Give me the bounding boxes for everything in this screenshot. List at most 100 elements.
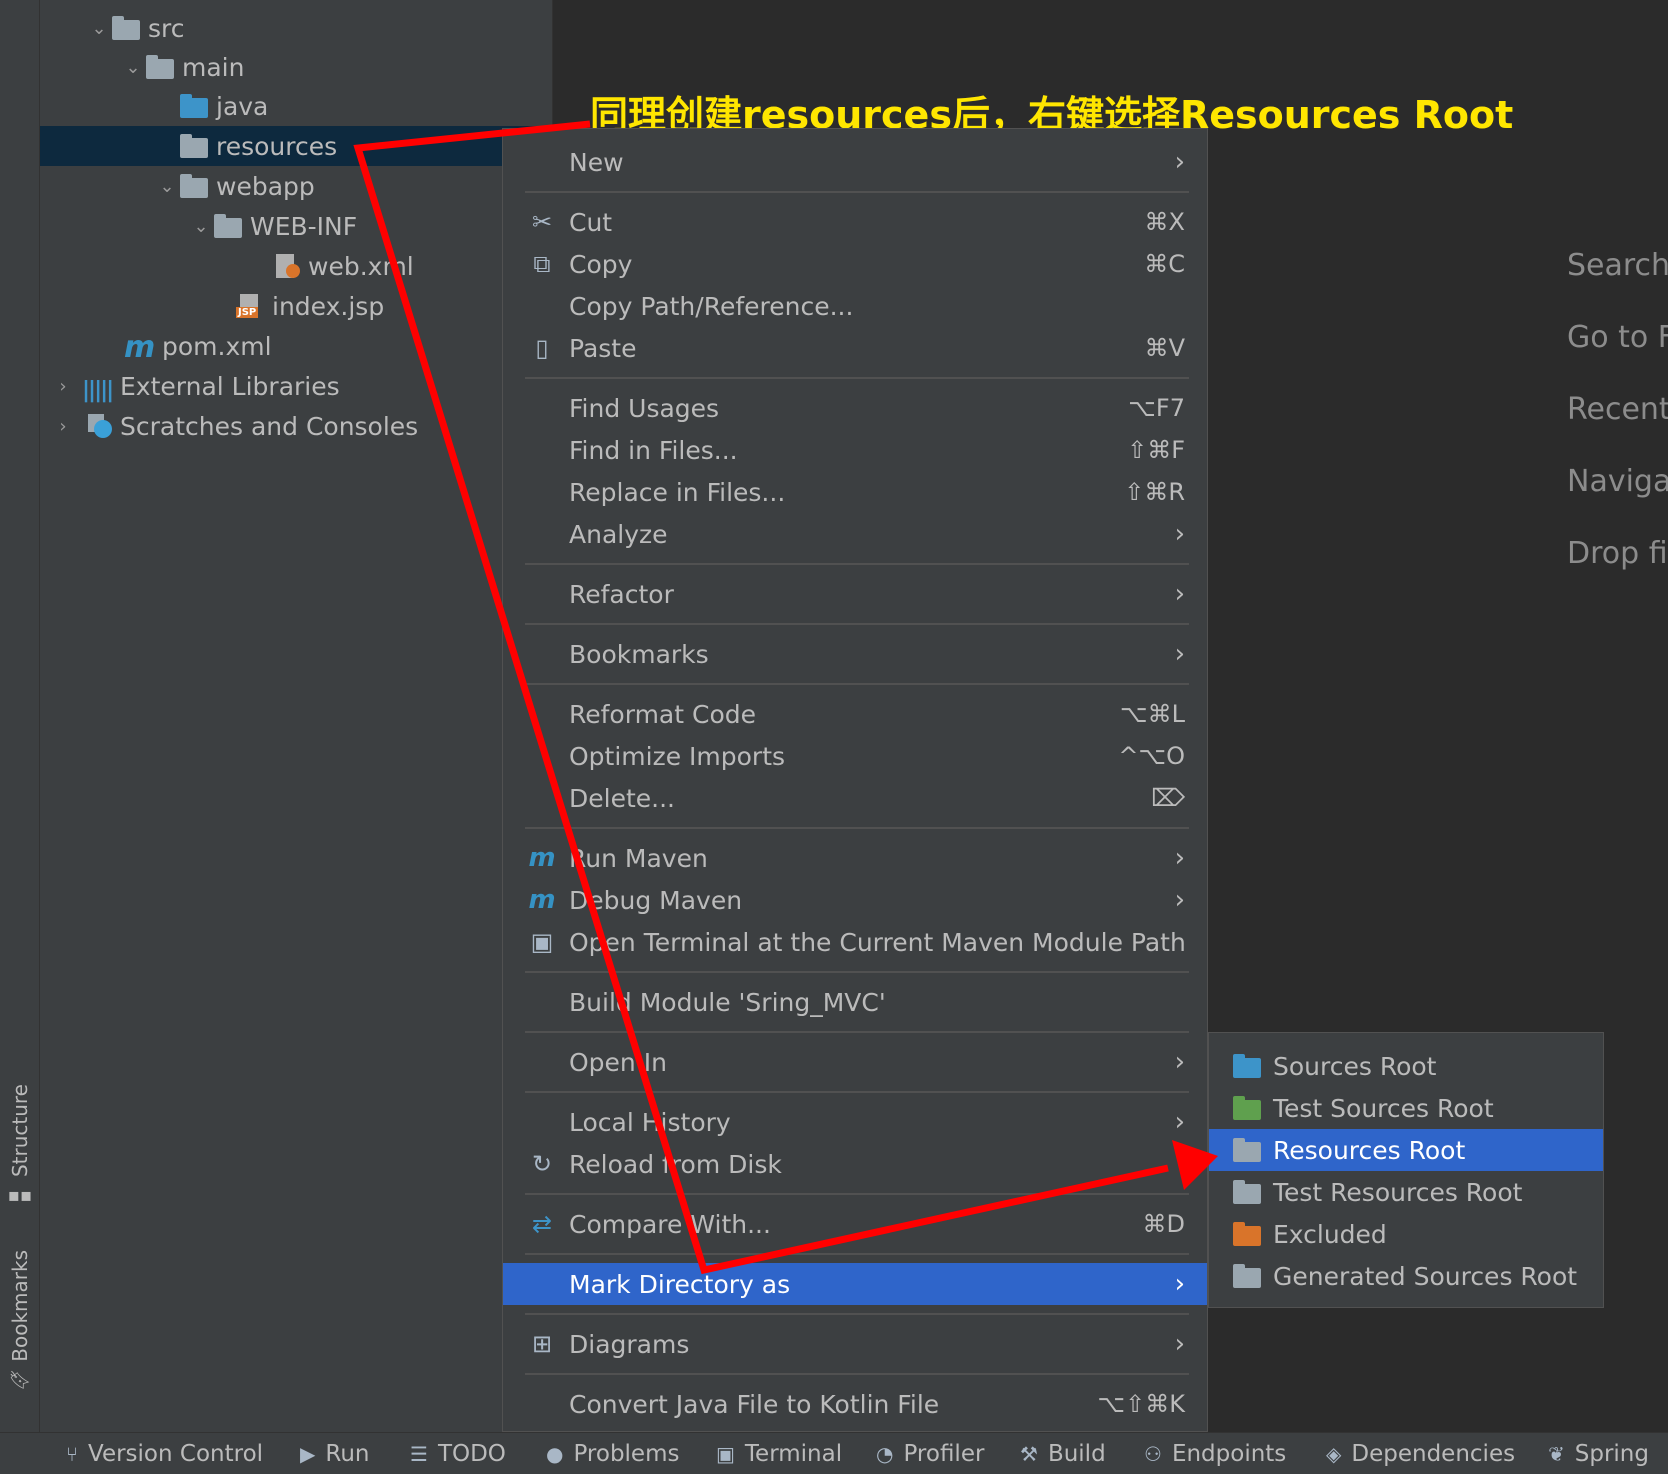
folder-icon	[178, 134, 208, 158]
menu-item-diagrams[interactable]: ⊞ Diagrams ›	[503, 1323, 1207, 1365]
chevron-down-icon[interactable]: ⌄	[122, 57, 144, 78]
shortcut-label: ^⌥O	[1118, 742, 1185, 770]
editor-hint-search: Search	[1567, 248, 1668, 283]
status-terminal[interactable]: ▣ Terminal	[716, 1433, 842, 1474]
tree-item-resources[interactable]: resources	[40, 126, 552, 166]
structure-tab[interactable]: Structure ▪▪	[0, 1084, 40, 1206]
submenu-item-generated-sources-root[interactable]: Generated Sources Root	[1209, 1255, 1603, 1297]
tree-item-external-libraries[interactable]: › ||||| External Libraries	[40, 366, 552, 406]
tree-item-scratches[interactable]: › Scratches and Consoles	[40, 406, 552, 446]
chevron-right-icon: ›	[1174, 1047, 1185, 1077]
status-label: Dependencies	[1351, 1441, 1516, 1467]
menu-item-compare-with[interactable]: ⇄ Compare With... ⌘D	[503, 1203, 1207, 1245]
menu-item-cut[interactable]: ✂ Cut ⌘X	[503, 201, 1207, 243]
chevron-right-icon[interactable]: ›	[52, 376, 74, 397]
tree-item-index-jsp[interactable]: JSP index.jsp	[40, 286, 552, 326]
status-dependencies[interactable]: ◈ Dependencies	[1326, 1433, 1515, 1474]
status-spring[interactable]: ❦ Spring	[1548, 1433, 1649, 1474]
tree-item-web-xml[interactable]: web.xml	[40, 246, 552, 286]
menu-item-copy-path[interactable]: Copy Path/Reference...	[503, 285, 1207, 327]
status-profiler[interactable]: ◔ Profiler	[876, 1433, 984, 1474]
tree-item-src[interactable]: ⌄ src	[40, 8, 552, 48]
bookmark-icon: 🔖︎	[8, 1369, 32, 1391]
chevron-right-icon: ›	[1174, 579, 1185, 609]
tree-item-label: index.jsp	[272, 291, 385, 321]
menu-item-label: Local History	[569, 1107, 731, 1137]
status-endpoints[interactable]: ⚇ Endpoints	[1144, 1433, 1286, 1474]
tree-item-java[interactable]: java	[40, 86, 552, 126]
menu-separator	[525, 1313, 1189, 1315]
endpoints-icon: ⚇	[1144, 1442, 1162, 1466]
menu-separator	[525, 1253, 1189, 1255]
menu-item-reload-from-disk[interactable]: ↻ Reload from Disk	[503, 1143, 1207, 1185]
tree-item-label: webapp	[216, 171, 315, 201]
menu-item-open-terminal-maven[interactable]: ▣ Open Terminal at the Current Maven Mod…	[503, 921, 1207, 963]
menu-item-build-module[interactable]: Build Module 'Sring_MVC'	[503, 981, 1207, 1023]
submenu-item-label: Sources Root	[1273, 1051, 1437, 1081]
menu-item-convert-to-kotlin[interactable]: Convert Java File to Kotlin File ⌥⇧⌘K	[503, 1383, 1207, 1425]
menu-item-new[interactable]: New ›	[503, 141, 1207, 183]
menu-item-label: Mark Directory as	[569, 1269, 791, 1299]
menu-item-analyze[interactable]: Analyze ›	[503, 513, 1207, 555]
tree-item-pom-xml[interactable]: m pom.xml	[40, 326, 552, 366]
submenu-item-label: Excluded	[1273, 1219, 1387, 1249]
status-bar: ⑂ Version Control ▶ Run ☰ TODO ● Problem…	[0, 1432, 1668, 1474]
test-sources-root-icon	[1231, 1096, 1263, 1120]
menu-item-label: Refactor	[569, 579, 674, 609]
dependencies-icon: ◈	[1326, 1442, 1342, 1466]
menu-item-refactor[interactable]: Refactor ›	[503, 573, 1207, 615]
shortcut-label: ⌘X	[1144, 208, 1185, 236]
status-build[interactable]: ⚒ Build	[1020, 1433, 1106, 1474]
copy-icon: ⧉	[533, 250, 551, 278]
diagrams-icon: ⊞	[531, 1330, 553, 1358]
submenu-item-label: Test Resources Root	[1273, 1177, 1523, 1207]
menu-item-paste[interactable]: ▯ Paste ⌘V	[503, 327, 1207, 369]
submenu-item-test-sources-root[interactable]: Test Sources Root	[1209, 1087, 1603, 1129]
menu-separator	[525, 191, 1189, 193]
chevron-down-icon[interactable]: ⌄	[190, 216, 212, 237]
chevron-right-icon: ›	[1174, 639, 1185, 669]
submenu-item-label: Resources Root	[1273, 1135, 1466, 1165]
submenu-item-resources-root[interactable]: Resources Root	[1209, 1129, 1603, 1171]
menu-item-local-history[interactable]: Local History ›	[503, 1101, 1207, 1143]
structure-icon: ▪▪	[7, 1185, 33, 1207]
maven-run-icon: m	[528, 843, 556, 873]
status-run[interactable]: ▶ Run	[300, 1433, 370, 1474]
menu-item-optimize-imports[interactable]: Optimize Imports ^⌥O	[503, 735, 1207, 777]
status-todo[interactable]: ☰ TODO	[410, 1433, 506, 1474]
menu-item-debug-maven[interactable]: m Debug Maven ›	[503, 879, 1207, 921]
menu-item-replace-in-files[interactable]: Replace in Files... ⇧⌘R	[503, 471, 1207, 513]
menu-separator	[525, 623, 1189, 625]
submenu-item-test-resources-root[interactable]: Test Resources Root	[1209, 1171, 1603, 1213]
tree-item-main[interactable]: ⌄ main	[40, 47, 552, 87]
tree-item-web-inf[interactable]: ⌄ WEB-INF	[40, 206, 552, 246]
menu-item-find-usages[interactable]: Find Usages ⌥F7	[503, 387, 1207, 429]
menu-item-delete[interactable]: Delete... ⌦	[503, 777, 1207, 819]
menu-separator	[525, 1373, 1189, 1375]
menu-item-open-in[interactable]: Open In ›	[503, 1041, 1207, 1083]
menu-item-bookmarks[interactable]: Bookmarks ›	[503, 633, 1207, 675]
menu-item-label: Convert Java File to Kotlin File	[569, 1389, 940, 1419]
menu-item-mark-directory-as[interactable]: Mark Directory as ›	[503, 1263, 1207, 1305]
menu-item-label: New	[569, 147, 624, 177]
status-version-control[interactable]: ⑂ Version Control	[66, 1433, 263, 1474]
menu-item-copy[interactable]: ⧉ Copy ⌘C	[503, 243, 1207, 285]
editor-hint-drop-files: Drop fi	[1567, 536, 1668, 571]
status-problems[interactable]: ● Problems	[546, 1433, 679, 1474]
chevron-right-icon: ›	[1174, 1269, 1185, 1299]
submenu-item-excluded[interactable]: Excluded	[1209, 1213, 1603, 1255]
chevron-down-icon[interactable]: ⌄	[88, 18, 110, 39]
chevron-down-icon[interactable]: ⌄	[156, 176, 178, 197]
menu-item-label: Bookmarks	[569, 639, 709, 669]
scissors-icon: ✂	[531, 208, 553, 236]
menu-item-run-maven[interactable]: m Run Maven ›	[503, 837, 1207, 879]
menu-item-find-in-files[interactable]: Find in Files... ⇧⌘F	[503, 429, 1207, 471]
submenu-item-sources-root[interactable]: Sources Root	[1209, 1045, 1603, 1087]
menu-item-reformat-code[interactable]: Reformat Code ⌥⌘L	[503, 693, 1207, 735]
tree-item-webapp[interactable]: ⌄ webapp	[40, 166, 552, 206]
bookmarks-tab[interactable]: Bookmarks 🔖︎	[0, 1250, 40, 1391]
chevron-right-icon[interactable]: ›	[52, 416, 74, 437]
chevron-right-icon: ›	[1174, 885, 1185, 915]
menu-item-label: Analyze	[569, 519, 668, 549]
tree-item-label: src	[148, 13, 185, 43]
